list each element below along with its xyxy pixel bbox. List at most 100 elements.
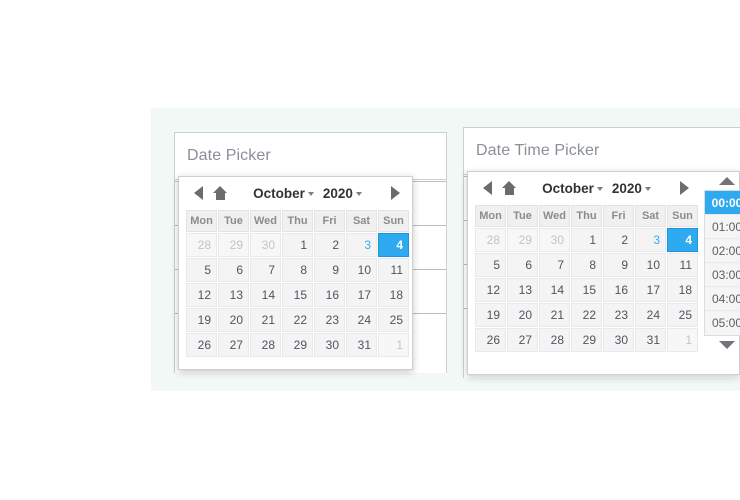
- calendar-day[interactable]: 7: [250, 258, 281, 282]
- calendar-day[interactable]: 29: [282, 333, 313, 357]
- calendar-day[interactable]: 11: [667, 253, 698, 277]
- calendar-day[interactable]: 23: [314, 308, 345, 332]
- calendar-day[interactable]: 30: [603, 328, 634, 352]
- calendar-day[interactable]: 19: [186, 308, 217, 332]
- calendar-day[interactable]: 20: [507, 303, 538, 327]
- calendar-day[interactable]: 29: [218, 233, 249, 257]
- time-option[interactable]: 05:00: [705, 311, 740, 335]
- calendar-day[interactable]: 24: [635, 303, 666, 327]
- calendar-day[interactable]: 25: [378, 308, 409, 332]
- calendar-week-row: 12 13 14 15 16 17 18: [186, 283, 409, 307]
- calendar-day[interactable]: 28: [539, 328, 570, 352]
- calendar-day[interactable]: 5: [475, 253, 506, 277]
- weekday-header: Mon: [475, 205, 506, 227]
- date-picker-field[interactable]: Date Picker: [175, 133, 446, 180]
- calendar-day[interactable]: 6: [507, 253, 538, 277]
- calendar-day[interactable]: 30: [250, 233, 281, 257]
- calendar-day[interactable]: 28: [475, 228, 506, 252]
- calendar-day[interactable]: 16: [603, 278, 634, 302]
- time-option[interactable]: 04:00: [705, 287, 740, 311]
- time-option[interactable]: 02:00: [705, 239, 740, 263]
- calendar-day[interactable]: 16: [314, 283, 345, 307]
- year-label: 2020: [611, 180, 642, 196]
- calendar-day[interactable]: 9: [314, 258, 345, 282]
- calendar-day[interactable]: 15: [282, 283, 313, 307]
- calendar-day[interactable]: 17: [346, 283, 377, 307]
- year-select[interactable]: 2020: [612, 181, 651, 196]
- calendar-day[interactable]: 29: [571, 328, 602, 352]
- time-list[interactable]: 00:00 01:00 02:00 03:00 04:00 05:00: [704, 190, 740, 336]
- time-option[interactable]: 01:00: [705, 215, 740, 239]
- calendar-day[interactable]: 21: [250, 308, 281, 332]
- time-option[interactable]: 03:00: [705, 263, 740, 287]
- calendar-day[interactable]: 1: [282, 233, 313, 257]
- calendar-day[interactable]: 12: [186, 283, 217, 307]
- time-option-selected[interactable]: 00:00: [705, 191, 740, 215]
- prev-month-icon[interactable]: [187, 181, 209, 205]
- calendar-day[interactable]: 20: [218, 308, 249, 332]
- calendar-day[interactable]: 18: [667, 278, 698, 302]
- calendar-day[interactable]: 5: [186, 258, 217, 282]
- calendar-day[interactable]: 10: [346, 258, 377, 282]
- calendar-day[interactable]: 19: [475, 303, 506, 327]
- calendar-day[interactable]: 3: [346, 233, 377, 257]
- calendar-day[interactable]: 11: [378, 258, 409, 282]
- calendar-day[interactable]: 8: [282, 258, 313, 282]
- calendar-day[interactable]: 6: [218, 258, 249, 282]
- calendar-day[interactable]: 14: [539, 278, 570, 302]
- calendar-day[interactable]: 30: [539, 228, 570, 252]
- calendar-day[interactable]: 25: [667, 303, 698, 327]
- weekday-header: Wed: [250, 210, 281, 232]
- triangle-left-icon: [193, 186, 203, 200]
- month-select[interactable]: October: [253, 186, 314, 201]
- calendar-day[interactable]: 9: [603, 253, 634, 277]
- next-month-icon[interactable]: [384, 181, 406, 205]
- calendar-day[interactable]: 26: [475, 328, 506, 352]
- calendar-day[interactable]: 3: [635, 228, 666, 252]
- calendar-day[interactable]: 7: [539, 253, 570, 277]
- calendar-day[interactable]: 29: [507, 228, 538, 252]
- calendar-day[interactable]: 31: [635, 328, 666, 352]
- calendar-day[interactable]: 28: [186, 233, 217, 257]
- calendar-day[interactable]: 22: [282, 308, 313, 332]
- calendar-day[interactable]: 24: [346, 308, 377, 332]
- date-picker-nav: October 2020: [185, 177, 408, 209]
- calendar-day[interactable]: 27: [218, 333, 249, 357]
- calendar-day[interactable]: 27: [507, 328, 538, 352]
- calendar-day[interactable]: 13: [218, 283, 249, 307]
- calendar-day[interactable]: 28: [250, 333, 281, 357]
- next-month-icon[interactable]: [673, 176, 695, 200]
- calendar-day[interactable]: 1: [667, 328, 698, 352]
- home-icon[interactable]: [498, 176, 520, 200]
- prev-month-icon[interactable]: [476, 176, 498, 200]
- calendar-day-selected[interactable]: 4: [667, 228, 698, 252]
- calendar-day[interactable]: 17: [635, 278, 666, 302]
- calendar-day[interactable]: 2: [314, 233, 345, 257]
- calendar-day[interactable]: 23: [603, 303, 634, 327]
- month-select[interactable]: October: [542, 181, 603, 196]
- calendar-day[interactable]: 2: [603, 228, 634, 252]
- calendar-day[interactable]: 1: [378, 333, 409, 357]
- calendar-day[interactable]: 30: [314, 333, 345, 357]
- calendar-day[interactable]: 12: [475, 278, 506, 302]
- calendar-day[interactable]: 10: [635, 253, 666, 277]
- calendar-day[interactable]: 26: [186, 333, 217, 357]
- date-time-picker-field[interactable]: Date Time Picker: [464, 128, 740, 175]
- home-icon[interactable]: [209, 181, 231, 205]
- calendar-day[interactable]: 21: [539, 303, 570, 327]
- calendar-week-row: 19 20 21 22 23 24 25: [475, 303, 698, 327]
- time-scroll-down-icon[interactable]: [704, 336, 740, 354]
- house-glyph: [501, 181, 517, 195]
- calendar-day[interactable]: 8: [571, 253, 602, 277]
- calendar-week-row: 28 29 30 1 2 3 4: [475, 228, 698, 252]
- calendar-day[interactable]: 14: [250, 283, 281, 307]
- calendar-day[interactable]: 13: [507, 278, 538, 302]
- calendar-day[interactable]: 31: [346, 333, 377, 357]
- time-scroll-up-icon[interactable]: [704, 172, 740, 190]
- calendar-day[interactable]: 15: [571, 278, 602, 302]
- year-select[interactable]: 2020: [323, 186, 362, 201]
- calendar-day[interactable]: 22: [571, 303, 602, 327]
- calendar-day-selected[interactable]: 4: [378, 233, 409, 257]
- calendar-day[interactable]: 1: [571, 228, 602, 252]
- calendar-day[interactable]: 18: [378, 283, 409, 307]
